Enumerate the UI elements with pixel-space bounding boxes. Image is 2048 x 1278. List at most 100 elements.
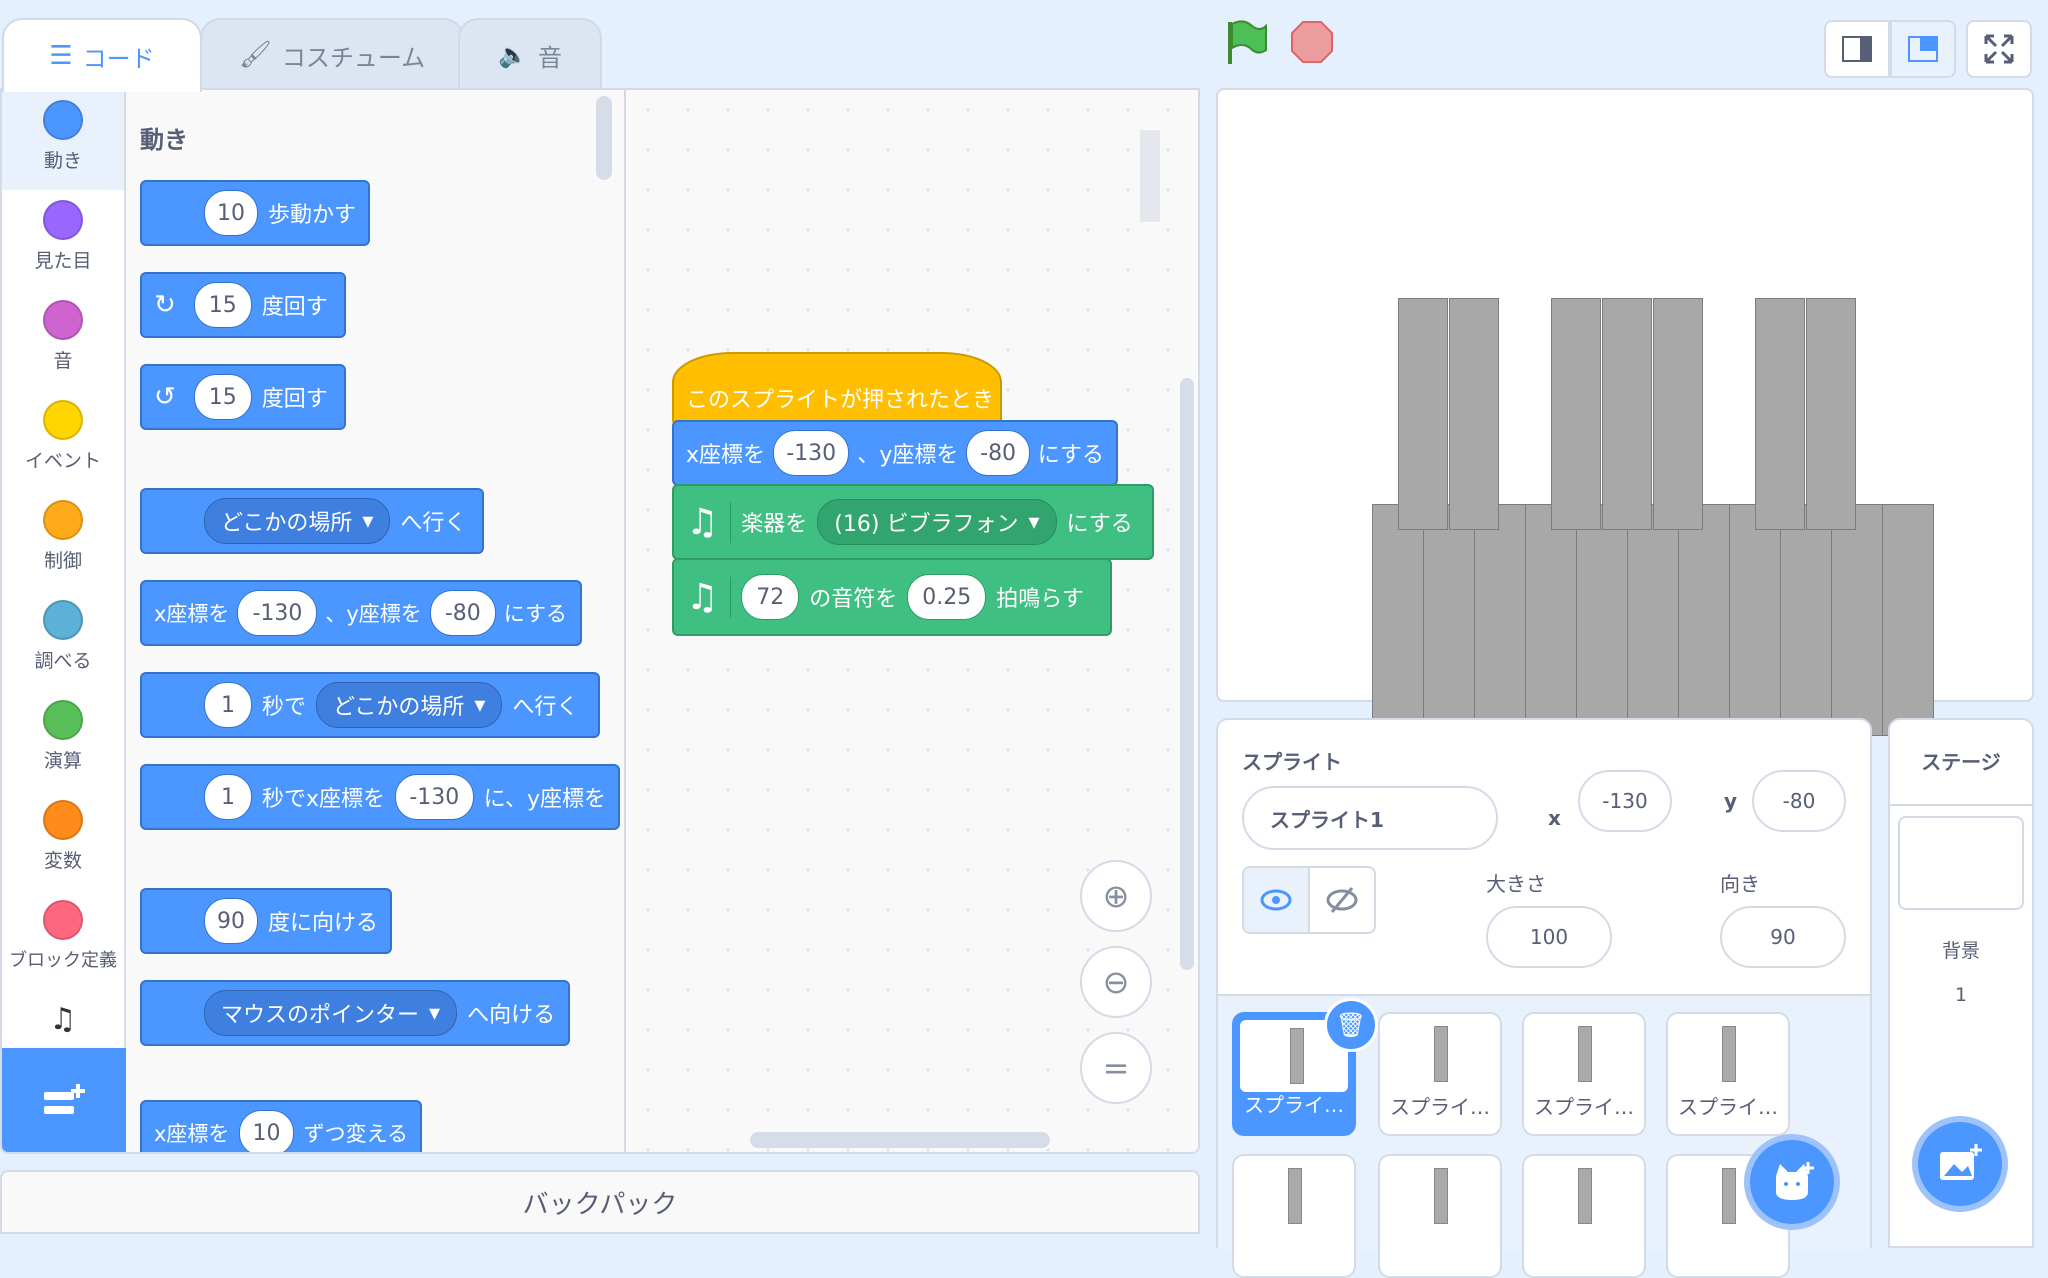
large-stage-button[interactable] — [1890, 20, 1956, 78]
script-set-instrument-block[interactable]: ♫ 楽器を (16) ビブラフォン ▾ にする — [672, 484, 1154, 560]
note-input[interactable]: 72 — [741, 574, 800, 620]
block-glide-to[interactable]: 1 秒で どこかの場所 ▾ へ行く — [140, 672, 600, 738]
direction-input[interactable]: 90 — [1720, 906, 1846, 968]
y-input[interactable]: -80 — [966, 430, 1030, 476]
hide-sprite-button[interactable] — [1308, 866, 1376, 934]
black-key[interactable] — [1398, 298, 1448, 530]
stop-button[interactable] — [1290, 20, 1334, 64]
stage-pane[interactable]: ステージ 背景 1 — [1888, 718, 2034, 1248]
white-key[interactable] — [1474, 504, 1526, 736]
white-key[interactable] — [1831, 504, 1883, 736]
sprite-thumbnail[interactable] — [1378, 1154, 1502, 1278]
category-my-blocks[interactable]: ブロック定義 — [2, 900, 124, 990]
white-key[interactable] — [1729, 504, 1781, 736]
category-sensing[interactable]: 調べる — [2, 600, 124, 690]
block-change-x[interactable]: x座標を 10 ずつ変える — [140, 1100, 422, 1152]
white-key[interactable] — [1882, 504, 1934, 736]
backpack-bar[interactable]: バックパック — [0, 1170, 1200, 1234]
x-label: x — [1548, 806, 1561, 830]
block-turn-left[interactable]: ↺ 15 度回す — [140, 364, 346, 430]
fullscreen-button[interactable] — [1966, 20, 2032, 78]
block-point-towards[interactable]: マウスのポインター ▾ へ向ける — [140, 980, 570, 1046]
y-position-input[interactable]: -80 — [1752, 770, 1846, 832]
green-flag-button[interactable] — [1224, 18, 1268, 66]
tab-costumes[interactable]: 🖌 コスチューム — [200, 18, 464, 90]
block-goto[interactable]: どこかの場所 ▾ へ行く — [140, 488, 484, 554]
script-set-xy-block[interactable]: x座標を -130 、y座標を -80 にする — [672, 420, 1118, 486]
white-key[interactable] — [1372, 504, 1424, 736]
change-x-input[interactable]: 10 — [239, 1110, 294, 1152]
script-workspace[interactable]: このスプライトが押されたとき x座標を -130 、y座標を -80 にする ♫ 楽器を (… — [628, 90, 1198, 1152]
sprite-thumbnail[interactable]: スプライ… — [1378, 1012, 1502, 1136]
category-variables[interactable]: 変数 — [2, 800, 124, 890]
white-key[interactable] — [1780, 504, 1832, 736]
script-play-note-block[interactable]: ♫ 72 の音符を 0.25 拍鳴らす — [672, 558, 1112, 636]
category-sound[interactable]: 音 — [2, 300, 124, 390]
block-turn-right[interactable]: ↻ 15 度回す — [140, 272, 346, 338]
category-label: 見た目 — [34, 250, 92, 272]
zoom-in-button[interactable]: ⊕ — [1080, 860, 1152, 932]
chevron-down-icon: ▾ — [362, 508, 374, 534]
delete-sprite-button[interactable]: 🗑 — [1324, 998, 1378, 1052]
stage[interactable] — [1216, 88, 2034, 736]
tab-code[interactable]: ☰ コード — [2, 18, 202, 92]
sprite-thumbnail[interactable] — [1232, 1154, 1356, 1278]
category-motion[interactable]: 動き — [2, 90, 124, 190]
event-hat-block[interactable]: このスプライトが押されたとき — [672, 352, 1002, 426]
black-key[interactable] — [1551, 298, 1601, 530]
black-key[interactable] — [1602, 298, 1652, 530]
black-key[interactable] — [1449, 298, 1499, 530]
x-input[interactable]: -130 — [237, 590, 318, 636]
category-operators[interactable]: 演算 — [2, 700, 124, 790]
x-input[interactable]: -130 — [773, 430, 850, 476]
category-music[interactable]: ♫ — [2, 1002, 124, 1042]
show-sprite-button[interactable] — [1242, 866, 1310, 934]
white-key[interactable] — [1678, 504, 1730, 736]
x-input[interactable]: -130 — [395, 774, 474, 820]
secs-input[interactable]: 1 — [204, 682, 252, 728]
backdrop-thumbnail[interactable] — [1898, 816, 2024, 910]
category-events[interactable]: イベント — [2, 400, 124, 490]
add-extension-button[interactable] — [2, 1048, 126, 1152]
block-point-direction[interactable]: 90 度に向ける — [140, 888, 392, 954]
white-key[interactable] — [1576, 504, 1628, 736]
sprite-thumbnail[interactable]: スプライ… — [1522, 1012, 1646, 1136]
black-key[interactable] — [1653, 298, 1703, 530]
tab-sounds[interactable]: 🔈 音 — [458, 18, 602, 90]
category-looks[interactable]: 見た目 — [2, 200, 124, 290]
steps-input[interactable]: 10 — [204, 190, 258, 236]
direction-input[interactable]: 90 — [204, 898, 258, 944]
zoom-reset-button[interactable]: = — [1080, 1032, 1152, 1104]
sprite-name-input[interactable]: スプライト1 — [1242, 786, 1498, 850]
block-move-steps[interactable]: 10 歩動かす — [140, 180, 370, 246]
degrees-input[interactable]: 15 — [193, 374, 252, 420]
block-goto-xy[interactable]: x座標を -130 、y座標を -80 にする — [140, 580, 582, 646]
sprite-thumbnail[interactable]: スプライ… — [1666, 1012, 1790, 1136]
instrument-dropdown[interactable]: (16) ビブラフォン ▾ — [817, 499, 1057, 545]
secs-input[interactable]: 1 — [204, 774, 252, 820]
beats-input[interactable]: 0.25 — [907, 574, 987, 620]
workspace-vscrollbar[interactable] — [1180, 378, 1194, 970]
black-key[interactable] — [1806, 298, 1856, 530]
add-backdrop-button[interactable] — [1912, 1116, 2008, 1212]
workspace-hscrollbar[interactable] — [750, 1132, 1050, 1148]
small-stage-button[interactable] — [1824, 20, 1890, 78]
add-sprite-button[interactable] — [1744, 1134, 1840, 1230]
category-control[interactable]: 制御 — [2, 500, 124, 590]
size-input[interactable]: 100 — [1486, 906, 1612, 968]
palette-scrollbar[interactable] — [596, 96, 612, 180]
degrees-input[interactable]: 15 — [193, 282, 252, 328]
white-key[interactable] — [1525, 504, 1577, 736]
white-key[interactable] — [1423, 504, 1475, 736]
goto-target-dropdown[interactable]: どこかの場所 ▾ — [204, 498, 391, 544]
point-target-dropdown[interactable]: マウスのポインター ▾ — [204, 990, 458, 1036]
sprite-thumbnail[interactable] — [1522, 1154, 1646, 1278]
block-text: 秒で — [262, 695, 307, 720]
block-glide-xy[interactable]: 1 秒でx座標を -130 に、y座標を — [140, 764, 620, 830]
glide-target-dropdown[interactable]: どこかの場所 ▾ — [316, 682, 503, 728]
black-key[interactable] — [1755, 298, 1805, 530]
y-input[interactable]: -80 — [429, 590, 496, 636]
x-position-input[interactable]: -130 — [1578, 770, 1672, 832]
zoom-out-button[interactable]: ⊖ — [1080, 946, 1152, 1018]
white-key[interactable] — [1627, 504, 1679, 736]
